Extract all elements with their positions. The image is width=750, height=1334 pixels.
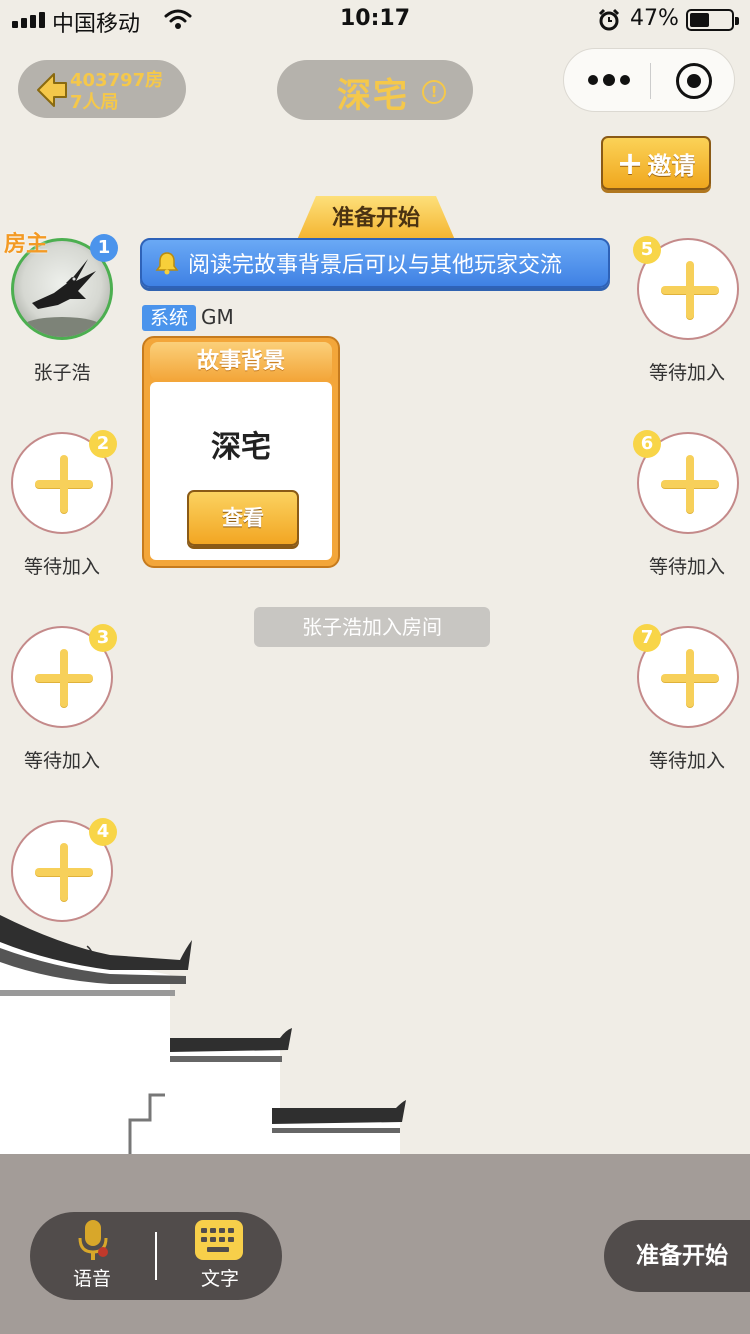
system-join-message: 张子浩加入房间 <box>254 607 490 647</box>
voice-mode-label[interactable]: 语音 <box>62 1264 122 1291</box>
alarm-clock-icon <box>598 8 620 31</box>
slot-number-2: 2 <box>89 430 117 458</box>
slot-number-4: 4 <box>89 818 117 846</box>
status-bar: 中国移动 10:17 47% <box>0 0 750 40</box>
slot-number-3: 3 <box>89 624 117 652</box>
mode-divider <box>155 1232 157 1280</box>
player-name: 张子浩 <box>33 362 91 384</box>
plus-icon: + <box>616 144 644 182</box>
more-options-icon[interactable] <box>588 74 630 86</box>
story-title: 深宅 <box>211 430 271 465</box>
story-card-heading: 故事背景 <box>150 342 332 380</box>
slot-number-1: 1 <box>90 234 118 262</box>
keyboard-icon[interactable] <box>195 1220 243 1260</box>
back-arrow-icon[interactable] <box>36 72 68 108</box>
slot-number-7: 7 <box>633 624 661 652</box>
ink-architecture-illustration <box>0 915 406 1156</box>
ready-button[interactable]: 准备开始 <box>604 1220 750 1292</box>
notice-bar: 阅读完故事背景后可以与其他玩家交流 <box>140 238 610 288</box>
slot-number-5: 5 <box>633 236 661 264</box>
bell-icon <box>155 252 179 275</box>
microphone-icon[interactable] <box>76 1218 110 1262</box>
slot-number-6: 6 <box>633 430 661 458</box>
view-story-button[interactable]: 查看 <box>187 490 299 546</box>
story-background-card: 故事背景 深宅 查看 <box>142 336 340 568</box>
invite-label: 邀请 <box>647 151 696 180</box>
seat-status-label: 等待加入 <box>648 750 725 772</box>
capsule-divider <box>650 63 651 99</box>
host-tag: 房主 <box>4 232 49 257</box>
game-title: 深宅 <box>337 76 409 116</box>
seat-status-label: 等待加入 <box>648 362 725 384</box>
miniprogram-capsule <box>563 48 735 112</box>
seat-status-label: 等待加入 <box>648 556 725 578</box>
ready-status-banner: 准备开始 <box>297 196 455 240</box>
story-card-body: 深宅 查看 <box>150 382 332 560</box>
text-mode-label[interactable]: 文字 <box>190 1264 250 1291</box>
close-miniprogram-icon[interactable] <box>676 63 712 99</box>
sender-name: GM <box>201 305 234 329</box>
notice-text: 阅读完故事背景后可以与其他玩家交流 <box>188 253 563 278</box>
battery-percent: 47% <box>630 6 679 31</box>
battery-icon <box>686 9 739 31</box>
seat-status-label: 等待加入 <box>23 750 100 772</box>
info-icon[interactable]: ! <box>422 80 446 104</box>
system-badge: 系统 <box>142 305 196 331</box>
room-size: 7人局 <box>70 92 119 113</box>
invite-button[interactable]: + 邀请 <box>601 136 711 190</box>
seat-status-label: 等待加入 <box>23 556 100 578</box>
